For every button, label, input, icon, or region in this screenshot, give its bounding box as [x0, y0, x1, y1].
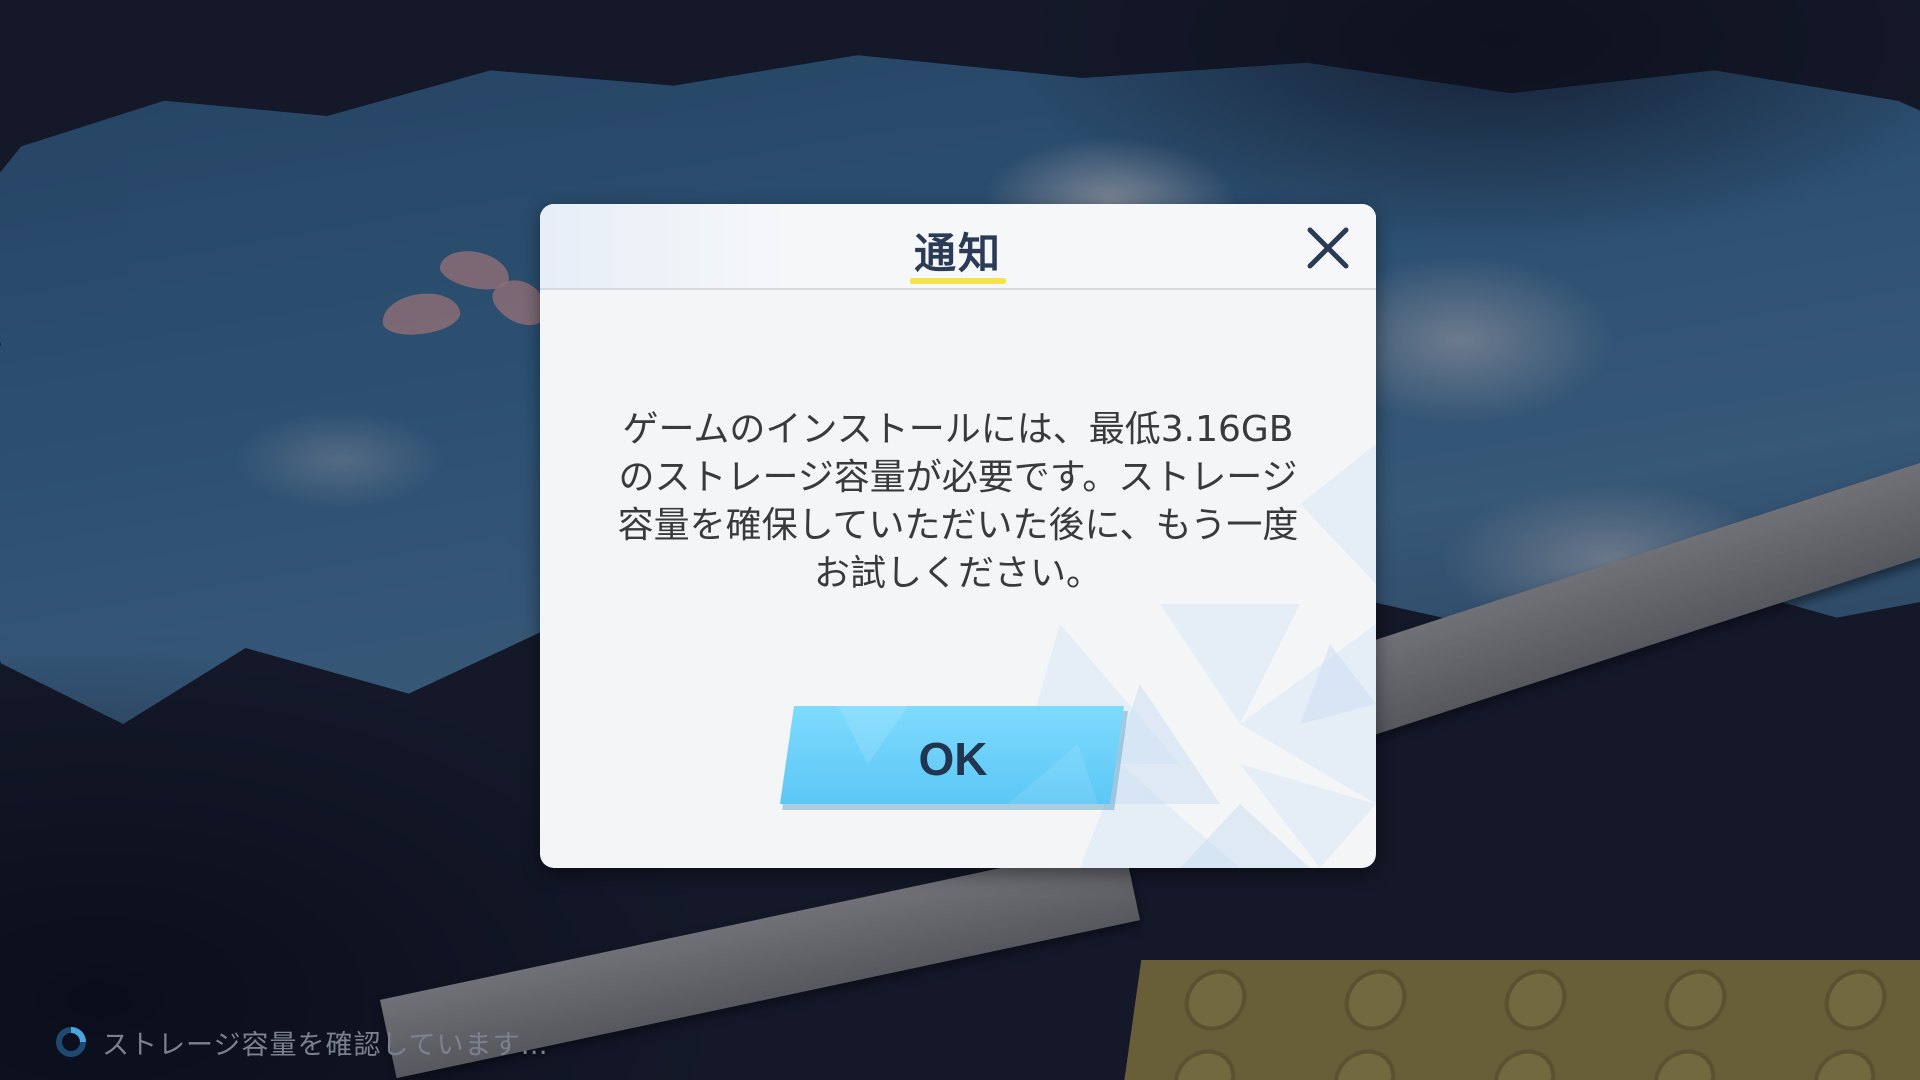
dialog-header: 通知	[540, 204, 1376, 290]
status-text: ストレージ容量を確認しています…	[102, 1029, 549, 1061]
status-bar: ストレージ容量を確認しています…	[54, 1022, 549, 1062]
ok-button[interactable]: OK	[778, 704, 1128, 810]
ok-button-label: OK	[918, 733, 988, 785]
dialog-title: 通知	[913, 229, 1002, 278]
close-icon	[1307, 227, 1349, 269]
notification-dialog: 通知 ゲームのインストールには、最低3.16GB のストレージ容量が必要です。ス…	[540, 204, 1376, 868]
loading-spinner-icon	[56, 1027, 86, 1057]
dialog-message: ゲームのインストールには、最低3.16GB のストレージ容量が必要です。ストレー…	[617, 409, 1299, 594]
title-accent-underline	[910, 278, 1006, 284]
close-button[interactable]	[1302, 222, 1354, 274]
